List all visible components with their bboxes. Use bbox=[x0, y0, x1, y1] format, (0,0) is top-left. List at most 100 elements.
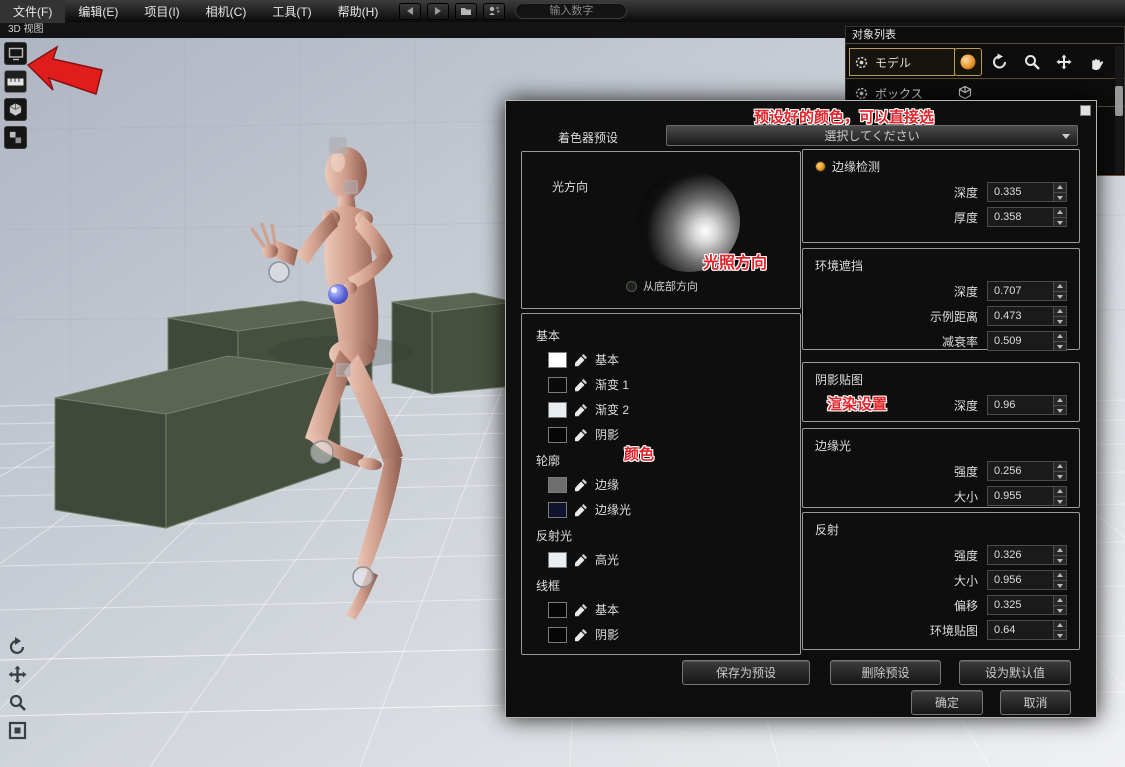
delete-preset-button[interactable]: 删除预设 bbox=[830, 660, 941, 685]
share-button[interactable] bbox=[483, 3, 505, 20]
spin-up-button[interactable] bbox=[1054, 396, 1066, 406]
spin-down-button[interactable] bbox=[1054, 406, 1066, 415]
frame-view-button[interactable] bbox=[5, 718, 29, 742]
spin-up-button[interactable] bbox=[1054, 462, 1066, 472]
eyedropper-icon[interactable] bbox=[574, 553, 588, 567]
preset-dropdown[interactable]: 選択してください bbox=[666, 125, 1078, 146]
depth-spinner[interactable]: 0.335 bbox=[987, 182, 1067, 202]
spin-up-button[interactable] bbox=[1054, 571, 1066, 581]
refl-offset-spinner[interactable]: 0.325 bbox=[987, 595, 1067, 615]
sphere-view-button[interactable] bbox=[954, 48, 982, 76]
menu-help[interactable]: 帮助(H) bbox=[325, 0, 392, 23]
folder-button[interactable] bbox=[455, 3, 477, 20]
eyedropper-icon[interactable] bbox=[574, 628, 588, 642]
ao-depth-spinner[interactable]: 0.707 bbox=[987, 281, 1067, 301]
rim-size-spinner[interactable]: 0.955 bbox=[987, 486, 1067, 506]
spin-up-button[interactable] bbox=[1054, 546, 1066, 556]
refl-strength-spinner[interactable]: 0.326 bbox=[987, 545, 1067, 565]
cube-tool-button[interactable] bbox=[4, 98, 27, 121]
spin-down-button[interactable] bbox=[1054, 556, 1066, 565]
settings-gear-icon[interactable] bbox=[854, 86, 869, 101]
ok-button[interactable]: 确定 bbox=[911, 690, 983, 715]
rim-strength-spinner[interactable]: 0.256 bbox=[987, 461, 1067, 481]
zoom-object-button[interactable] bbox=[1018, 48, 1046, 76]
number-input[interactable] bbox=[515, 3, 627, 19]
color-swatch[interactable] bbox=[548, 352, 567, 368]
menu-edit[interactable]: 编辑(E) bbox=[65, 0, 131, 23]
thickness-spinner[interactable]: 0.358 bbox=[987, 207, 1067, 227]
object-list-title: 对象列表 bbox=[846, 27, 1124, 44]
eyedropper-icon[interactable] bbox=[574, 428, 588, 442]
back-button[interactable] bbox=[399, 3, 421, 20]
spin-down-button[interactable] bbox=[1054, 472, 1066, 481]
spin-down-button[interactable] bbox=[1054, 317, 1066, 326]
color-swatch[interactable] bbox=[548, 427, 567, 443]
eyedropper-icon[interactable] bbox=[574, 603, 588, 617]
green-box-right[interactable] bbox=[392, 293, 514, 394]
save-preset-button[interactable]: 保存为预设 bbox=[682, 660, 810, 685]
orbit-view-button[interactable] bbox=[986, 48, 1014, 76]
eyedropper-icon[interactable] bbox=[574, 353, 588, 367]
pan-view-button[interactable] bbox=[5, 662, 29, 686]
menu-file[interactable]: 文件(F) bbox=[0, 0, 65, 23]
forward-button[interactable] bbox=[427, 3, 449, 20]
spin-down-button[interactable] bbox=[1054, 342, 1066, 351]
spin-down-button[interactable] bbox=[1054, 497, 1066, 506]
spin-up-button[interactable] bbox=[1054, 332, 1066, 342]
color-swatch[interactable] bbox=[548, 602, 567, 618]
sphere-icon bbox=[959, 53, 977, 71]
bottom-light-radio[interactable] bbox=[626, 281, 637, 292]
spin-up-button[interactable] bbox=[1054, 183, 1066, 193]
eyedropper-icon[interactable] bbox=[574, 503, 588, 517]
spin-up-button[interactable] bbox=[1054, 621, 1066, 631]
zoom-view-button[interactable] bbox=[5, 690, 29, 714]
color-group-specular-title: 反射光 bbox=[536, 527, 786, 544]
spin-down-button[interactable] bbox=[1054, 631, 1066, 640]
spin-down-button[interactable] bbox=[1054, 606, 1066, 615]
selected-object[interactable]: モデル bbox=[849, 48, 955, 76]
color-swatch[interactable] bbox=[548, 377, 567, 393]
menu-tools[interactable]: 工具(T) bbox=[259, 0, 324, 23]
eyedropper-icon[interactable] bbox=[574, 478, 588, 492]
color-swatch[interactable] bbox=[548, 502, 567, 518]
blocks-tool-button[interactable] bbox=[4, 126, 27, 149]
spin-down-button[interactable] bbox=[1054, 292, 1066, 301]
spin-up-button[interactable] bbox=[1054, 487, 1066, 497]
refl-size-spinner[interactable]: 0.956 bbox=[987, 570, 1067, 590]
menu-project[interactable]: 项目(I) bbox=[131, 0, 192, 23]
cancel-button[interactable]: 取消 bbox=[1000, 690, 1071, 715]
hand-pan-button[interactable] bbox=[1082, 48, 1110, 76]
spin-down-button[interactable] bbox=[1054, 218, 1066, 227]
ankle-gizmo bbox=[353, 567, 373, 587]
spin-up-button[interactable] bbox=[1054, 307, 1066, 317]
dialog-close-button[interactable] bbox=[1080, 105, 1091, 116]
spin-down-button[interactable] bbox=[1054, 193, 1066, 202]
shadow-depth-spinner[interactable]: 0.96 bbox=[987, 395, 1067, 415]
color-swatch[interactable] bbox=[548, 552, 567, 568]
scrollbar-thumb[interactable] bbox=[1115, 86, 1123, 116]
env-map-spinner[interactable]: 0.64 bbox=[987, 620, 1067, 640]
object-list-scrollbar[interactable] bbox=[1115, 46, 1123, 174]
ao-decay-spinner[interactable]: 0.509 bbox=[987, 331, 1067, 351]
eyedropper-icon[interactable] bbox=[574, 403, 588, 417]
spin-up-button[interactable] bbox=[1054, 596, 1066, 606]
spin-up-button[interactable] bbox=[1054, 208, 1066, 218]
set-default-button[interactable]: 设为默认值 bbox=[959, 660, 1071, 685]
edge-detect-radio[interactable] bbox=[815, 161, 826, 172]
light-direction-sphere[interactable] bbox=[638, 170, 740, 272]
ao-distance-spinner[interactable]: 0.473 bbox=[987, 306, 1067, 326]
spin-up-button[interactable] bbox=[1054, 282, 1066, 292]
eyedropper-icon[interactable] bbox=[574, 378, 588, 392]
ruler-icon bbox=[7, 76, 24, 88]
settings-gear-icon[interactable] bbox=[854, 55, 869, 70]
color-swatch[interactable] bbox=[548, 402, 567, 418]
color-swatch[interactable] bbox=[548, 627, 567, 643]
color-swatch[interactable] bbox=[548, 477, 567, 493]
rotate-view-button[interactable] bbox=[5, 634, 29, 658]
menu-camera[interactable]: 相机(C) bbox=[193, 0, 260, 23]
field-label: 深度 bbox=[954, 184, 978, 201]
field-label: 强度 bbox=[954, 547, 978, 564]
spin-down-button[interactable] bbox=[1054, 581, 1066, 590]
spinner-value: 0.956 bbox=[988, 571, 1053, 589]
move-object-button[interactable] bbox=[1050, 48, 1078, 76]
